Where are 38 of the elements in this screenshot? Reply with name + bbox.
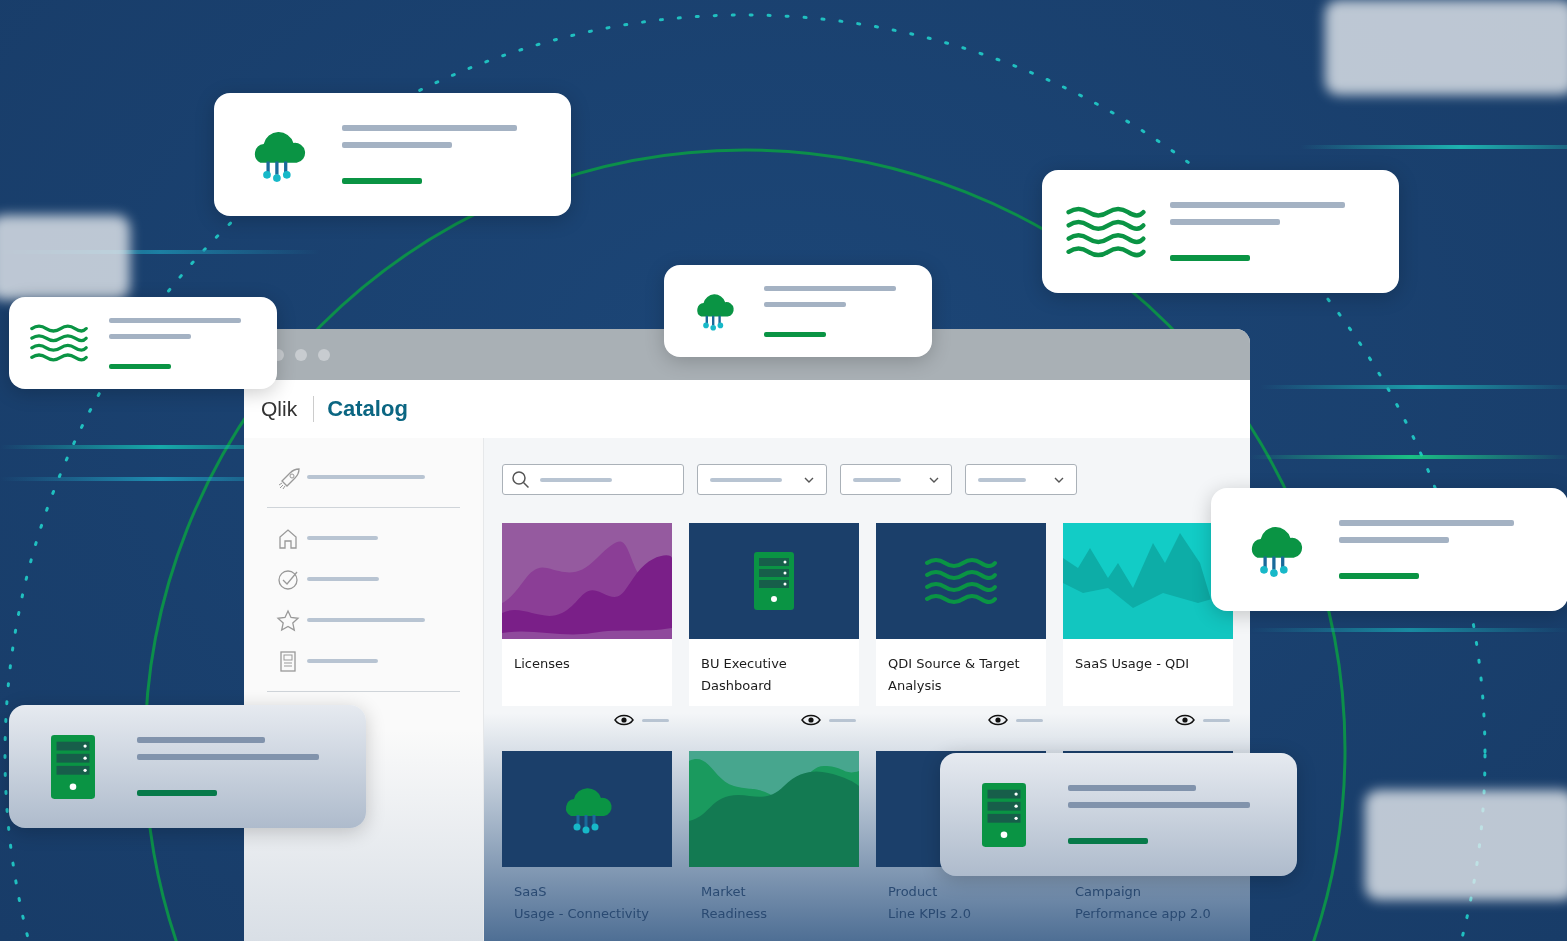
placeholder-bar (307, 577, 379, 581)
page-title: Catalog (327, 396, 408, 422)
placeholder-bar (1203, 718, 1230, 722)
server-icon (754, 552, 794, 610)
search-icon (511, 470, 530, 489)
app-title[interactable]: BU Executive Dashboard (701, 653, 847, 697)
app-title[interactable]: Licenses (514, 653, 660, 675)
placeholder-bar (540, 477, 612, 482)
eye-icon (1175, 714, 1195, 726)
placeholder-bar (710, 477, 782, 482)
placeholder-bar (829, 718, 856, 722)
placeholder-bar (853, 477, 901, 482)
app-title[interactable]: SaaS Usage - QDI (1075, 653, 1221, 675)
eye-icon (614, 714, 634, 726)
dropdown[interactable] (965, 464, 1077, 495)
placeholder-bar (1016, 718, 1043, 722)
search-field[interactable] (502, 464, 684, 495)
dropdown[interactable] (840, 464, 952, 495)
eye-icon (988, 714, 1008, 726)
eye-icon (801, 714, 821, 726)
caret-icon (804, 476, 814, 483)
placeholder-bar (307, 536, 378, 540)
placeholder-bar (978, 477, 1026, 482)
placeholder-bar (307, 659, 378, 663)
waves-icon (923, 555, 999, 607)
window-dot (295, 348, 307, 361)
dropdown[interactable] (697, 464, 827, 495)
waves-icon (28, 322, 90, 364)
placeholder-bar (764, 331, 826, 337)
logo-text: Qlik (261, 397, 298, 421)
caret-icon (1054, 476, 1064, 483)
server-icon (51, 734, 95, 799)
app-title[interactable]: QDI Source & Target Analysis (888, 653, 1034, 697)
server-icon (982, 782, 1026, 847)
placeholder-bar (642, 718, 669, 722)
window-dot (318, 348, 330, 361)
placeholder-bar (109, 363, 171, 369)
caret-icon (929, 476, 939, 483)
